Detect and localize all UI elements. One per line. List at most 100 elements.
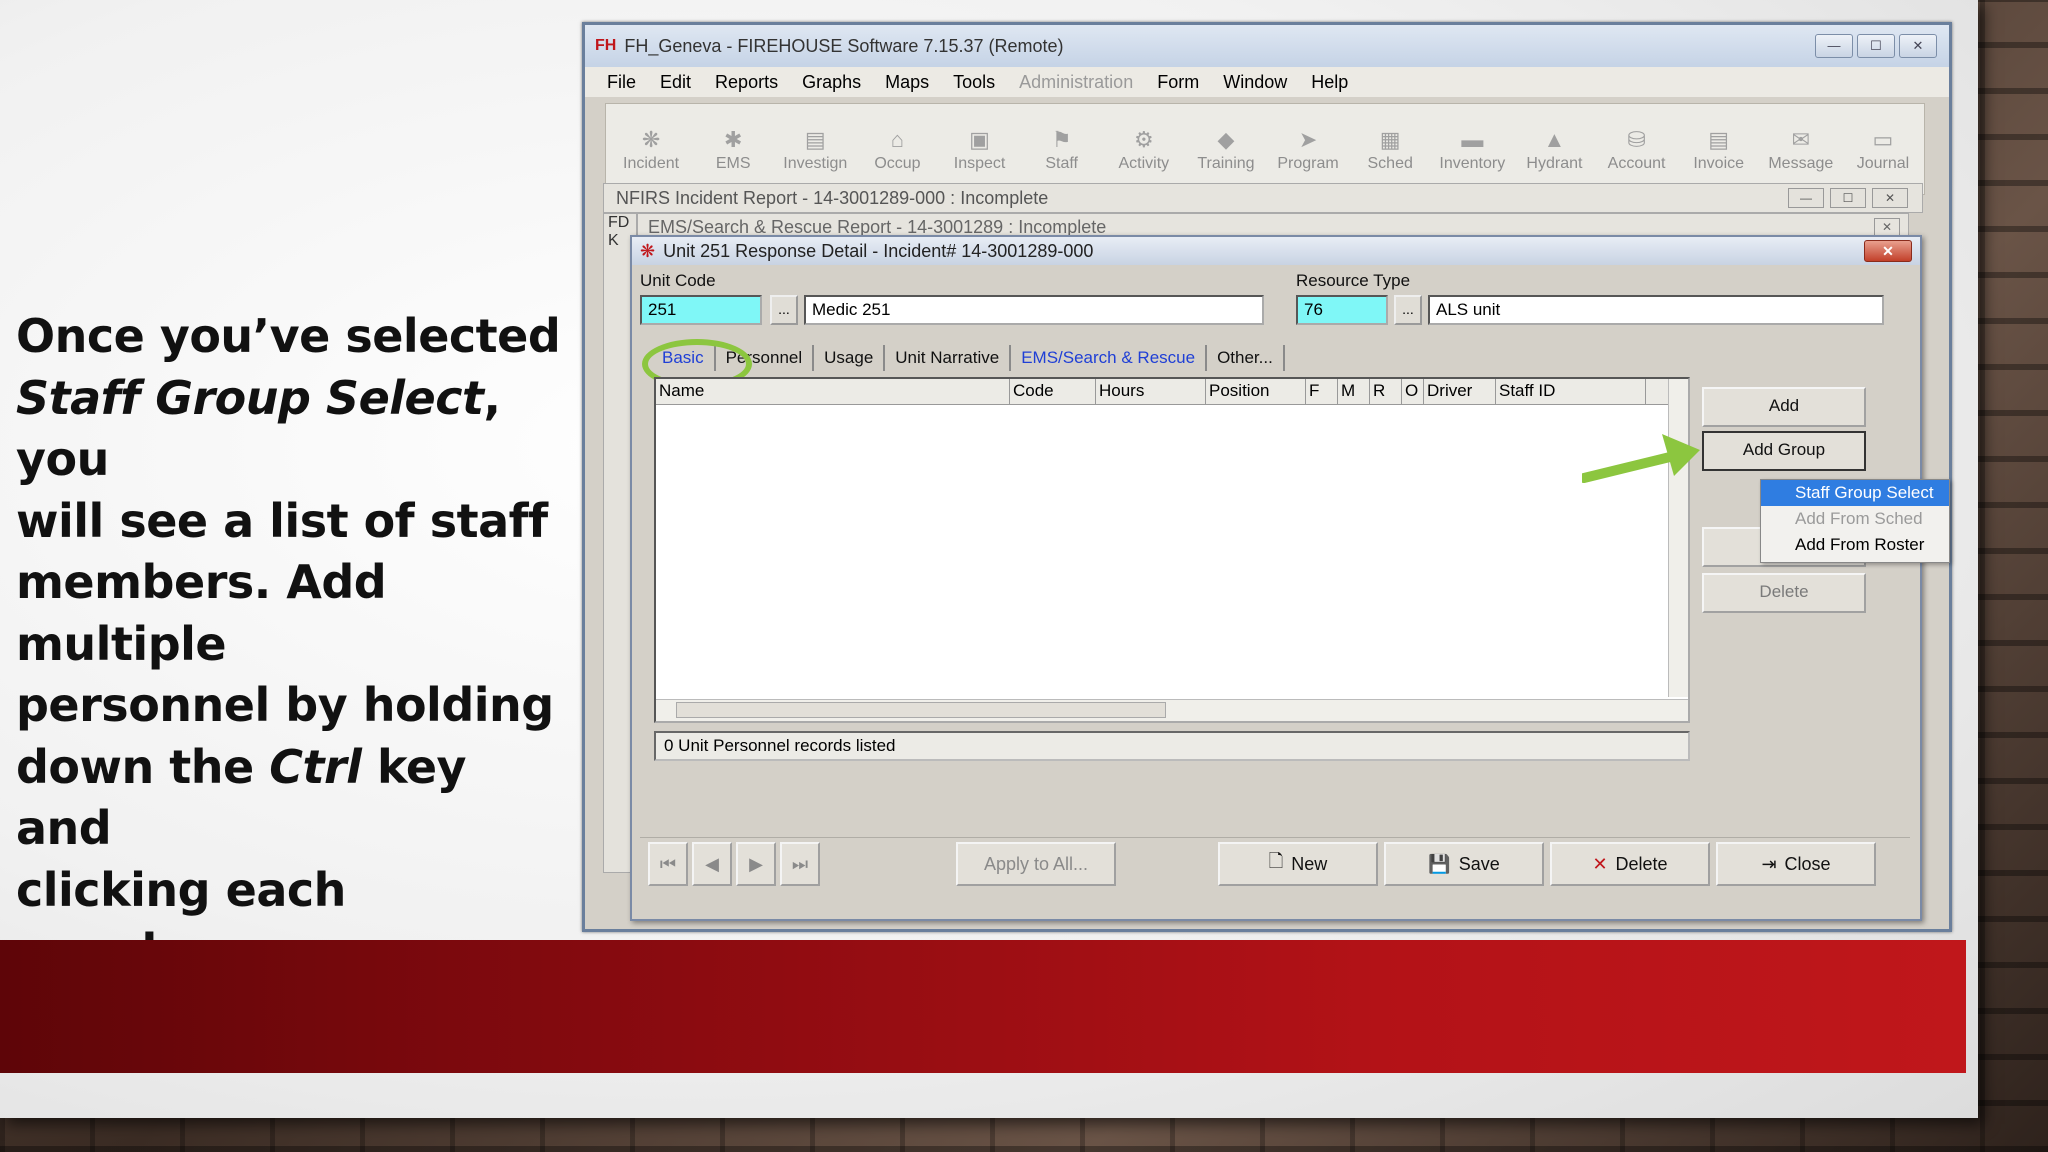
horizontal-scroll-thumb[interactable] <box>676 702 1166 718</box>
toolbar-label: Message <box>1768 155 1834 172</box>
toolbar-journal-button[interactable]: ▭ Journal <box>1842 104 1924 194</box>
delete-row-button[interactable]: Delete <box>1702 573 1866 613</box>
context-menu-item[interactable]: Staff Group Select <box>1761 480 1949 506</box>
delete-button[interactable]: ✕ Delete <box>1550 842 1710 886</box>
close-button[interactable]: ⇥ Close <box>1716 842 1876 886</box>
new-button[interactable]: 🗋 New <box>1218 842 1378 886</box>
toolbar-program-button[interactable]: ➤ Program <box>1267 104 1349 194</box>
toolbar-sched-button[interactable]: ▦ Sched <box>1349 104 1431 194</box>
menu-edit[interactable]: Edit <box>660 72 691 93</box>
toolbar-occup-icon: ⌂ <box>890 127 905 152</box>
nfirs-report-title: NFIRS Incident Report - 14-3001289-000 :… <box>616 187 1049 208</box>
column-header[interactable]: M <box>1338 379 1370 404</box>
column-header[interactable]: R <box>1370 379 1402 404</box>
toolbar-inspect-button[interactable]: ▣ Inspect <box>939 104 1021 194</box>
resource-type-label: Resource Type <box>1296 271 1411 290</box>
save-button[interactable]: 💾 Save <box>1384 842 1544 886</box>
menu-tools[interactable]: Tools <box>953 72 995 93</box>
toolbar-investign-icon: ▤ <box>804 127 826 152</box>
toolbar-activity-button[interactable]: ⚙ Activity <box>1103 104 1185 194</box>
menu-help[interactable]: Help <box>1311 72 1348 93</box>
vertical-scrollbar[interactable] <box>1668 379 1688 697</box>
menu-maps[interactable]: Maps <box>885 72 929 93</box>
minimize-button[interactable]: — <box>1815 34 1853 58</box>
toolbar-staff-button[interactable]: ⚑ Staff <box>1021 104 1103 194</box>
toolbar-inventory-button[interactable]: ▬ Inventory <box>1431 104 1513 194</box>
context-menu-item[interactable]: Add From Sched <box>1761 506 1949 532</box>
nfirs-window-controls: — ☐ ✕ <box>1788 188 1908 208</box>
nfirs-minimize-button[interactable]: — <box>1788 188 1824 208</box>
add-button[interactable]: Add <box>1702 387 1866 427</box>
toolbar-investign-button[interactable]: ▤ Investign <box>774 104 856 194</box>
toolbar-training-button[interactable]: ◆ Training <box>1185 104 1267 194</box>
unit-name-field[interactable]: Medic 251 <box>804 295 1264 325</box>
maximize-button[interactable]: ☐ <box>1857 34 1895 58</box>
previous-record-button[interactable]: ◀ <box>692 842 732 886</box>
main-toolbar: ❋ Incident ✱ EMS ▤ Investign ⌂ Occup ▣ Inspect ⚑ St… <box>605 103 1925 195</box>
toolbar-invoice-button[interactable]: ▤ Invoice <box>1678 104 1760 194</box>
menu-file[interactable]: File <box>607 72 636 93</box>
close-window-button[interactable]: ✕ <box>1899 34 1937 58</box>
dialog-bottom-bar: ⏮ ◀ ▶ ⏭ Apply to All... 🗋 New 💾 Save ✕ Dele… <box>640 837 1910 887</box>
dialog-close-button[interactable]: ✕ <box>1864 240 1912 262</box>
column-header[interactable]: Hours <box>1096 379 1206 404</box>
toolbar-label: Program <box>1277 155 1339 172</box>
column-header[interactable]: Driver <box>1424 379 1496 404</box>
nfirs-report-window-bar[interactable]: NFIRS Incident Report - 14-3001289-000 :… <box>603 183 1923 213</box>
unit-code-field[interactable]: 251 <box>640 295 762 325</box>
nfirs-close-button[interactable]: ✕ <box>1872 188 1908 208</box>
context-menu-item[interactable]: Add From Roster <box>1761 532 1949 558</box>
apply-to-all-button[interactable]: Apply to All... <box>956 842 1116 886</box>
toolbar-label: Investign <box>783 155 848 172</box>
column-header[interactable]: F <box>1306 379 1338 404</box>
column-header[interactable]: Code <box>1010 379 1096 404</box>
menu-graphs[interactable]: Graphs <box>802 72 861 93</box>
toolbar-inspect-icon: ▣ <box>969 127 990 152</box>
tab-ems-search-rescue[interactable]: EMS/Search & Rescue <box>1011 345 1208 371</box>
tab-other[interactable]: Other... <box>1207 345 1285 371</box>
resource-type-lookup-button[interactable]: ... <box>1394 295 1422 325</box>
column-header[interactable]: Staff ID <box>1496 379 1646 404</box>
toolbar-hydrant-button[interactable]: ▲ Hydrant <box>1513 104 1595 194</box>
green-arrow-icon <box>1582 434 1700 483</box>
column-header[interactable]: Position <box>1206 379 1306 404</box>
next-record-button[interactable]: ▶ <box>736 842 776 886</box>
toolbar-account-button[interactable]: ⛁ Account <box>1596 104 1678 194</box>
menu-reports[interactable]: Reports <box>715 72 778 93</box>
resource-name-field[interactable]: ALS unit <box>1428 295 1884 325</box>
slide-text-line: personnel by holding <box>16 675 576 737</box>
resource-type-field[interactable]: 76 <box>1296 295 1388 325</box>
toolbar-occup-button[interactable]: ⌂ Occup <box>856 104 938 194</box>
dialog-title: Unit 251 Response Detail - Incident# 14-… <box>663 240 1094 261</box>
unit-code-lookup-button[interactable]: ... <box>770 295 798 325</box>
first-record-button[interactable]: ⏮ <box>648 842 688 886</box>
menu-form[interactable]: Form <box>1157 72 1199 93</box>
close-door-icon: ⇥ <box>1761 853 1777 874</box>
toolbar-label: Sched <box>1367 155 1413 172</box>
add-group-button[interactable]: Add Group <box>1702 431 1866 471</box>
menu-bar: File Edit Reports Graphs Maps Tools Administra… <box>585 67 1949 97</box>
toolbar-ems-button[interactable]: ✱ EMS <box>692 104 774 194</box>
menu-window[interactable]: Window <box>1223 72 1287 93</box>
slide-text-run: Staff Group Select <box>16 370 484 425</box>
status-line: 0 Unit Personnel records listed <box>654 731 1690 761</box>
personnel-grid[interactable]: Name Code Hours Position F M R O Driver Staff ID <box>654 377 1690 723</box>
save-label: Save <box>1458 853 1500 874</box>
toolbar-label: Inspect <box>953 155 1006 172</box>
toolbar-incident-button[interactable]: ❋ Incident <box>610 104 692 194</box>
nfirs-maximize-button[interactable]: ☐ <box>1830 188 1866 208</box>
ems-close-button[interactable]: ✕ <box>1874 218 1900 236</box>
tab-usage[interactable]: Usage <box>814 345 886 371</box>
last-record-button[interactable]: ⏭ <box>780 842 820 886</box>
toolbar-message-button[interactable]: ✉ Message <box>1760 104 1842 194</box>
unit-code-label: Unit Code <box>640 271 716 290</box>
horizontal-scrollbar[interactable] <box>656 699 1688 721</box>
menu-administration[interactable]: Administration <box>1019 72 1133 93</box>
new-label: New <box>1291 853 1328 874</box>
new-icon: 🗋 <box>1268 851 1284 871</box>
column-header[interactable]: O <box>1402 379 1424 404</box>
toolbar-label: Journal <box>1856 155 1910 172</box>
toolbar-message-icon: ✉ <box>1791 127 1811 152</box>
tab-unit-narrative[interactable]: Unit Narrative <box>885 345 1012 371</box>
column-header[interactable]: Name <box>656 379 1010 404</box>
